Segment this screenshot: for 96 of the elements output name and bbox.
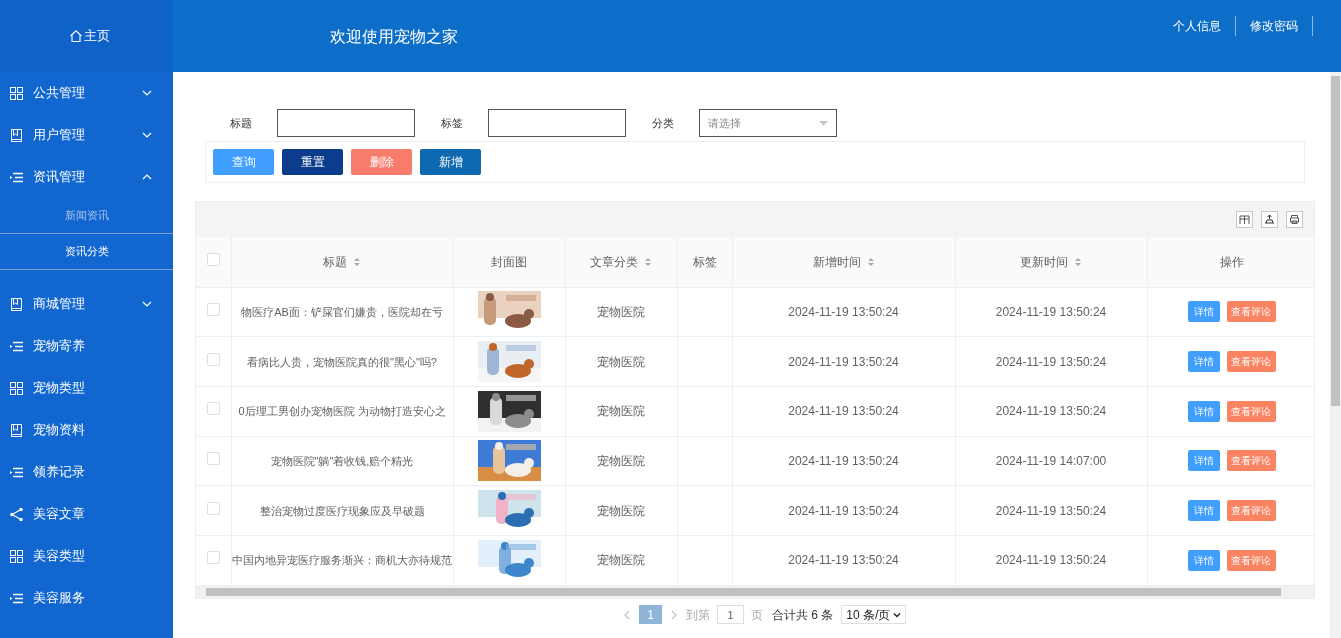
table-cell: 2024-11-19 13:50:24 bbox=[995, 503, 1107, 518]
book-icon bbox=[9, 127, 24, 143]
details-button[interactable]: 详情 bbox=[1187, 500, 1220, 522]
table-cell: 中国内地异宠医疗服务渐兴：商机大亦待规范 bbox=[232, 554, 452, 567]
home-icon bbox=[69, 29, 83, 43]
checkbox[interactable] bbox=[206, 302, 220, 316]
details-button[interactable]: 详情 bbox=[1187, 301, 1220, 323]
header-link[interactable]: 修改密码 bbox=[1236, 17, 1312, 35]
page-scrollbar[interactable] bbox=[1330, 72, 1341, 638]
sidebar-item[interactable]: 宠物寄养 bbox=[0, 325, 173, 367]
grid-icon bbox=[9, 85, 24, 101]
sort-icon bbox=[644, 256, 652, 267]
sidebar-item[interactable]: 宠物类型 bbox=[0, 367, 173, 409]
total-count: 合计共 6 条 bbox=[772, 606, 834, 624]
column-title: 文章分类 bbox=[590, 254, 638, 269]
checkbox[interactable] bbox=[206, 252, 220, 266]
book-icon bbox=[9, 296, 24, 312]
table-cell: 2024-11-19 13:50:24 bbox=[788, 553, 899, 568]
prev-icon bbox=[623, 609, 631, 620]
column-title: 更新时间 bbox=[1020, 254, 1068, 269]
table-cell: 2024-11-19 13:50:24 bbox=[995, 553, 1107, 568]
table-cell: 0后理工男创办宠物医院 为动物打造安心之 bbox=[238, 405, 446, 418]
book-icon bbox=[9, 422, 24, 438]
welcome-title: 欢迎使用宠物之家 bbox=[330, 27, 458, 47]
grid-icon bbox=[9, 380, 24, 396]
text-input[interactable] bbox=[277, 109, 415, 137]
sidebar-item[interactable]: 商城管理 bbox=[0, 283, 173, 325]
sidebar-item[interactable]: 资讯管理 bbox=[0, 156, 173, 198]
page-size-select[interactable]: 10 条/页 bbox=[841, 605, 907, 625]
page-unit: 页 bbox=[751, 606, 763, 624]
sidebar-item[interactable]: 领养记录 bbox=[0, 451, 173, 493]
table-cell: 2024-11-19 13:50:24 bbox=[788, 354, 899, 369]
home-link[interactable]: 主页 bbox=[69, 26, 110, 46]
table-cell: 2024-11-19 13:50:24 bbox=[788, 404, 899, 419]
header-link[interactable]: 个人信息 bbox=[1159, 17, 1235, 35]
table-cell: 2024-11-19 14:07:00 bbox=[995, 453, 1107, 468]
sidebar-item[interactable]: 用户管理 bbox=[0, 114, 173, 156]
export-icon bbox=[1261, 211, 1278, 228]
sort-icon bbox=[353, 256, 361, 267]
submenu-item[interactable]: 资讯分类 bbox=[0, 234, 173, 270]
print-icon bbox=[1286, 211, 1303, 228]
sidebar-item[interactable]: 美容文章 bbox=[0, 493, 173, 535]
table-cell: 整治宠物过度医疗现象应及早破题 bbox=[259, 504, 425, 517]
details-button[interactable]: 详情 bbox=[1187, 400, 1220, 422]
table-cell: 宠物医院"躺"着收钱,赔个精光 bbox=[270, 454, 414, 467]
submenu-item[interactable]: 新闻资讯 bbox=[0, 198, 173, 234]
checkbox[interactable] bbox=[206, 501, 220, 515]
column-title: 标题 bbox=[323, 254, 347, 269]
field-label: 标题 bbox=[230, 115, 253, 131]
checkbox[interactable] bbox=[206, 551, 220, 565]
sidebar-item[interactable]: 公共管理 bbox=[0, 72, 173, 114]
sort-icon bbox=[1074, 256, 1082, 267]
column-title: 操作 bbox=[1219, 254, 1244, 269]
field-label: 分类 bbox=[652, 115, 675, 131]
select-field[interactable]: 请选择 bbox=[699, 109, 837, 137]
checkbox[interactable] bbox=[206, 402, 220, 416]
goto-label: 到第 bbox=[686, 606, 710, 624]
table-cell: 宠物医院 bbox=[597, 404, 645, 419]
details-button[interactable]: 详情 bbox=[1187, 351, 1220, 373]
table-cell: 看病比人贵，宠物医院真的很"黑心"吗? bbox=[247, 355, 437, 368]
table-cell: 物医疗AB面：铲屎官们嫌贵，医院却在亏 bbox=[241, 305, 443, 318]
table-cell: 宠物医院 bbox=[597, 354, 645, 369]
details-button[interactable]: 详情 bbox=[1187, 450, 1220, 472]
sidebar-item[interactable]: 美容服务 bbox=[0, 577, 173, 619]
table-cell: 宠物医院 bbox=[597, 304, 645, 319]
table-cell: 宠物医院 bbox=[597, 453, 645, 468]
checkbox[interactable] bbox=[206, 451, 220, 465]
dropdown-icon bbox=[893, 611, 902, 618]
table-cell: 宠物医院 bbox=[597, 553, 645, 568]
table-cell: 2024-11-19 13:50:24 bbox=[788, 453, 899, 468]
table-cell: 2024-11-19 13:50:24 bbox=[788, 304, 899, 319]
action-button[interactable]: 新增 bbox=[420, 149, 481, 175]
action-button[interactable]: 删除 bbox=[351, 149, 412, 175]
action-button[interactable]: 查询 bbox=[213, 149, 274, 175]
table-cell: 2024-11-19 13:50:24 bbox=[995, 304, 1107, 319]
grid-icon bbox=[9, 548, 24, 564]
action-button[interactable]: 重置 bbox=[282, 149, 343, 175]
column-title: 封面图 bbox=[491, 254, 527, 269]
next-icon bbox=[670, 609, 678, 620]
sidebar-item[interactable]: 美容类型 bbox=[0, 535, 173, 577]
sidebar-item[interactable]: 宠物资料 bbox=[0, 409, 173, 451]
text-input[interactable] bbox=[488, 109, 626, 137]
dropdown-icon bbox=[819, 120, 828, 126]
table-cell: 宠物医院 bbox=[597, 503, 645, 518]
table-cell: 2024-11-19 13:50:24 bbox=[788, 503, 899, 518]
column-title: 标签 bbox=[692, 254, 717, 269]
checkbox[interactable] bbox=[206, 352, 220, 366]
field-label: 标签 bbox=[441, 115, 464, 131]
page-input[interactable]: 1 bbox=[717, 605, 744, 625]
table-cell: 2024-11-19 13:50:24 bbox=[995, 354, 1107, 369]
table-cell: 2024-11-19 13:50:24 bbox=[995, 404, 1107, 419]
share-icon bbox=[9, 506, 24, 522]
details-button[interactable]: 详情 bbox=[1187, 549, 1220, 571]
sort-icon bbox=[866, 256, 875, 267]
column-title: 新增时间 bbox=[812, 254, 861, 269]
columns-icon bbox=[1236, 211, 1253, 228]
